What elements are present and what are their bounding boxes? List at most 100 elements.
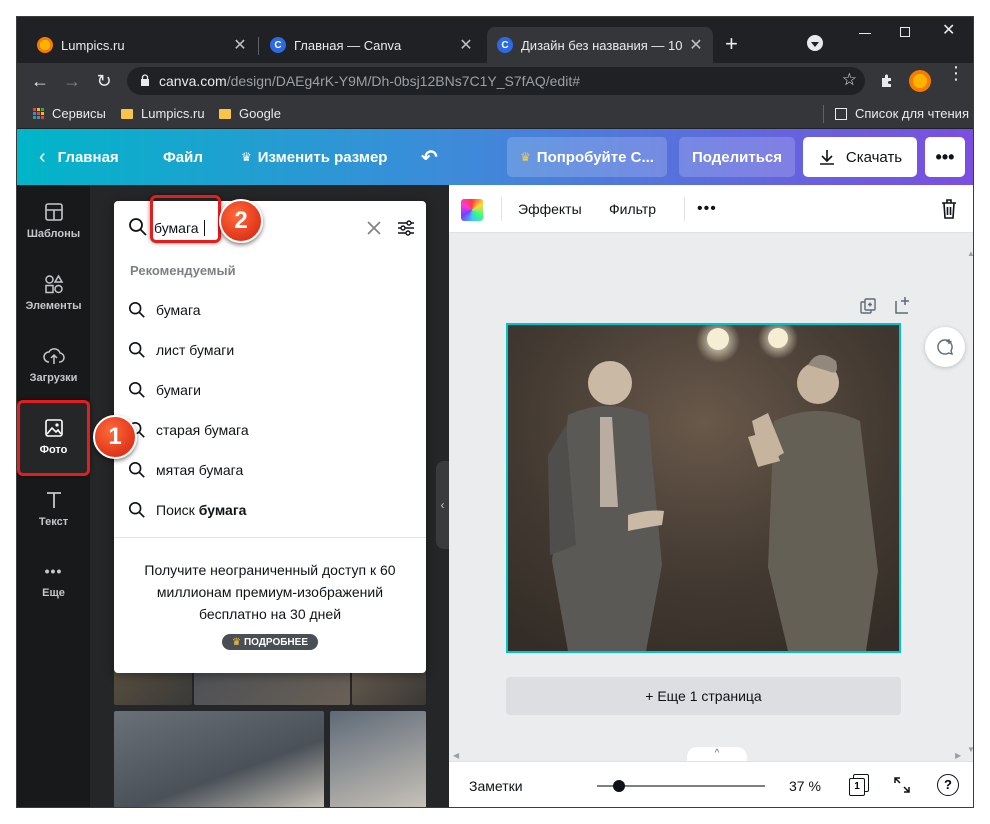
add-page-button[interactable]: + Еще 1 страница	[506, 677, 901, 715]
forward-arrow-icon[interactable]: →	[61, 70, 83, 92]
try-pro-button[interactable]: ♛ Попробуйте C...	[507, 137, 667, 177]
maximize-icon[interactable]	[900, 27, 910, 37]
tab-title: Lumpics.ru	[61, 37, 125, 53]
rail-uploads[interactable]: Загрузки	[17, 329, 90, 401]
filter-button[interactable]: Фильтр	[609, 185, 656, 233]
tab-search-icon[interactable]	[807, 35, 823, 51]
trash-icon[interactable]	[939, 198, 959, 220]
minimize-icon[interactable]	[859, 33, 871, 34]
suggestion-item[interactable]: бумаги	[114, 370, 426, 410]
tab-divider	[258, 37, 259, 55]
bookmark-star-icon[interactable]: ☆	[842, 70, 857, 90]
share-button[interactable]: Поделиться	[679, 137, 795, 177]
panel-collapse-handle[interactable]: ‹	[436, 461, 449, 549]
rail-text[interactable]: Текст	[17, 473, 90, 545]
tab-canva-design[interactable]: C Дизайн без названия — 1066 ✕	[487, 27, 713, 63]
search-icon	[128, 501, 145, 518]
more-options-icon[interactable]: •••	[697, 185, 717, 233]
vertical-scrollbar[interactable]: ▲ ▼	[965, 241, 973, 761]
dropdown-divider	[114, 537, 426, 538]
tab-lumpics[interactable]: Lumpics.ru ✕	[27, 27, 257, 63]
fullscreen-icon[interactable]	[893, 776, 911, 794]
filter-sliders-icon[interactable]	[396, 218, 416, 238]
close-icon[interactable]: ✕	[689, 35, 703, 55]
reload-icon[interactable]: ↻	[93, 70, 115, 92]
comment-button[interactable]	[925, 327, 965, 367]
duplicate-page-icon[interactable]	[859, 297, 877, 315]
design-page[interactable]	[506, 323, 901, 653]
home-link[interactable]: ‹ Главная	[39, 129, 119, 185]
notes-button[interactable]: Заметки	[469, 762, 523, 807]
resize-label: Изменить размер	[257, 148, 388, 166]
scroll-left-arrow-icon[interactable]: ◀	[453, 751, 459, 760]
effects-button[interactable]: Эффекты	[518, 185, 582, 233]
close-icon[interactable]: ✕	[459, 35, 473, 55]
new-tab-plus-icon[interactable]: +	[725, 31, 738, 57]
promo-more-button[interactable]: ♛ ПОДРОБНЕЕ	[222, 634, 318, 650]
bookmarks-divider	[823, 105, 824, 123]
side-rail: Шаблоны Элементы Загрузки Фото Текст •••…	[17, 185, 90, 807]
undo-icon[interactable]: ↶	[421, 129, 438, 185]
folder-icon	[219, 108, 231, 119]
rail-more[interactable]: ••• Еще	[17, 545, 90, 617]
crown-icon: ♛	[232, 636, 241, 648]
profile-avatar[interactable]	[909, 70, 931, 92]
extensions-puzzle-icon[interactable]	[879, 73, 895, 89]
photo-thumbnail[interactable]	[330, 711, 426, 807]
help-icon[interactable]: ?	[937, 774, 959, 796]
notes-label: Заметки	[469, 778, 523, 794]
chevron-left-icon: ‹	[440, 498, 445, 512]
bookmark-label: Google	[239, 106, 281, 121]
browser-menu-icon[interactable]: ⋮	[947, 64, 965, 82]
suggestion-item[interactable]: лист бумаги	[114, 330, 426, 370]
rail-label: Текст	[38, 516, 69, 528]
close-icon[interactable]: ✕	[233, 35, 247, 55]
scroll-right-arrow-icon[interactable]: ▶	[955, 751, 961, 760]
upload-cloud-icon	[42, 348, 65, 364]
tab-canva-home[interactable]: C Главная — Canva ✕	[260, 27, 483, 63]
page-count: 1	[849, 778, 865, 796]
clear-close-icon[interactable]	[366, 220, 382, 236]
search-term: бумага	[198, 502, 247, 518]
photo-image[interactable]	[508, 325, 899, 651]
add-page-icon[interactable]	[893, 295, 913, 315]
suggestion-item[interactable]: мятая бумага	[114, 450, 426, 490]
resize-menu[interactable]: ♛ Изменить размер	[241, 129, 387, 185]
window-close-icon[interactable]: ✕	[942, 20, 955, 40]
color-swatch[interactable]	[461, 199, 483, 221]
zoom-level[interactable]: 37 %	[789, 762, 821, 807]
bookmark-lumpics[interactable]: Lumpics.ru	[121, 106, 205, 121]
search-all-item[interactable]: Поиск бумага	[114, 490, 426, 530]
reading-list[interactable]: Список для чтения	[835, 106, 969, 121]
annotation-highlight-search	[150, 195, 221, 243]
annotation-highlight-photos	[17, 400, 90, 476]
crown-icon: ♛	[520, 150, 531, 164]
filter-label: Фильтр	[609, 201, 657, 217]
zoom-thumb[interactable]	[613, 780, 625, 792]
suggestion-item[interactable]: старая бумага	[114, 410, 426, 450]
scroll-up-arrow-icon[interactable]: ▲	[967, 249, 973, 258]
photo-thumbnail[interactable]	[114, 711, 324, 807]
scroll-down-arrow-icon[interactable]: ▼	[967, 745, 973, 754]
bookmark-services[interactable]: Сервисы	[33, 106, 106, 121]
file-menu[interactable]: Файл	[163, 129, 203, 185]
bookmark-google[interactable]: Google	[219, 106, 281, 121]
zoom-label: 37 %	[789, 778, 821, 794]
back-arrow-icon[interactable]: ←	[29, 70, 51, 92]
search-icon	[129, 218, 147, 236]
search-icon	[128, 461, 145, 478]
rail-elements[interactable]: Элементы	[17, 257, 90, 329]
rail-templates[interactable]: Шаблоны	[17, 185, 90, 257]
download-icon	[819, 150, 834, 165]
tab-title: Главная — Canva	[294, 37, 402, 53]
search-icon	[128, 341, 145, 358]
rail-label: Шаблоны	[26, 228, 81, 240]
lock-icon	[141, 74, 149, 86]
address-bar[interactable]: canva.com/design/DAEg4rK-Y9M/Dh-0bsj12BN…	[127, 67, 865, 95]
page-count-button[interactable]: 1	[849, 774, 871, 796]
more-menu-button[interactable]: •••	[925, 137, 965, 177]
download-button[interactable]: Скачать	[803, 137, 917, 177]
zoom-slider[interactable]	[597, 778, 765, 794]
url-host: canva.com	[159, 73, 227, 89]
suggestion-item[interactable]: бумага	[114, 290, 426, 330]
